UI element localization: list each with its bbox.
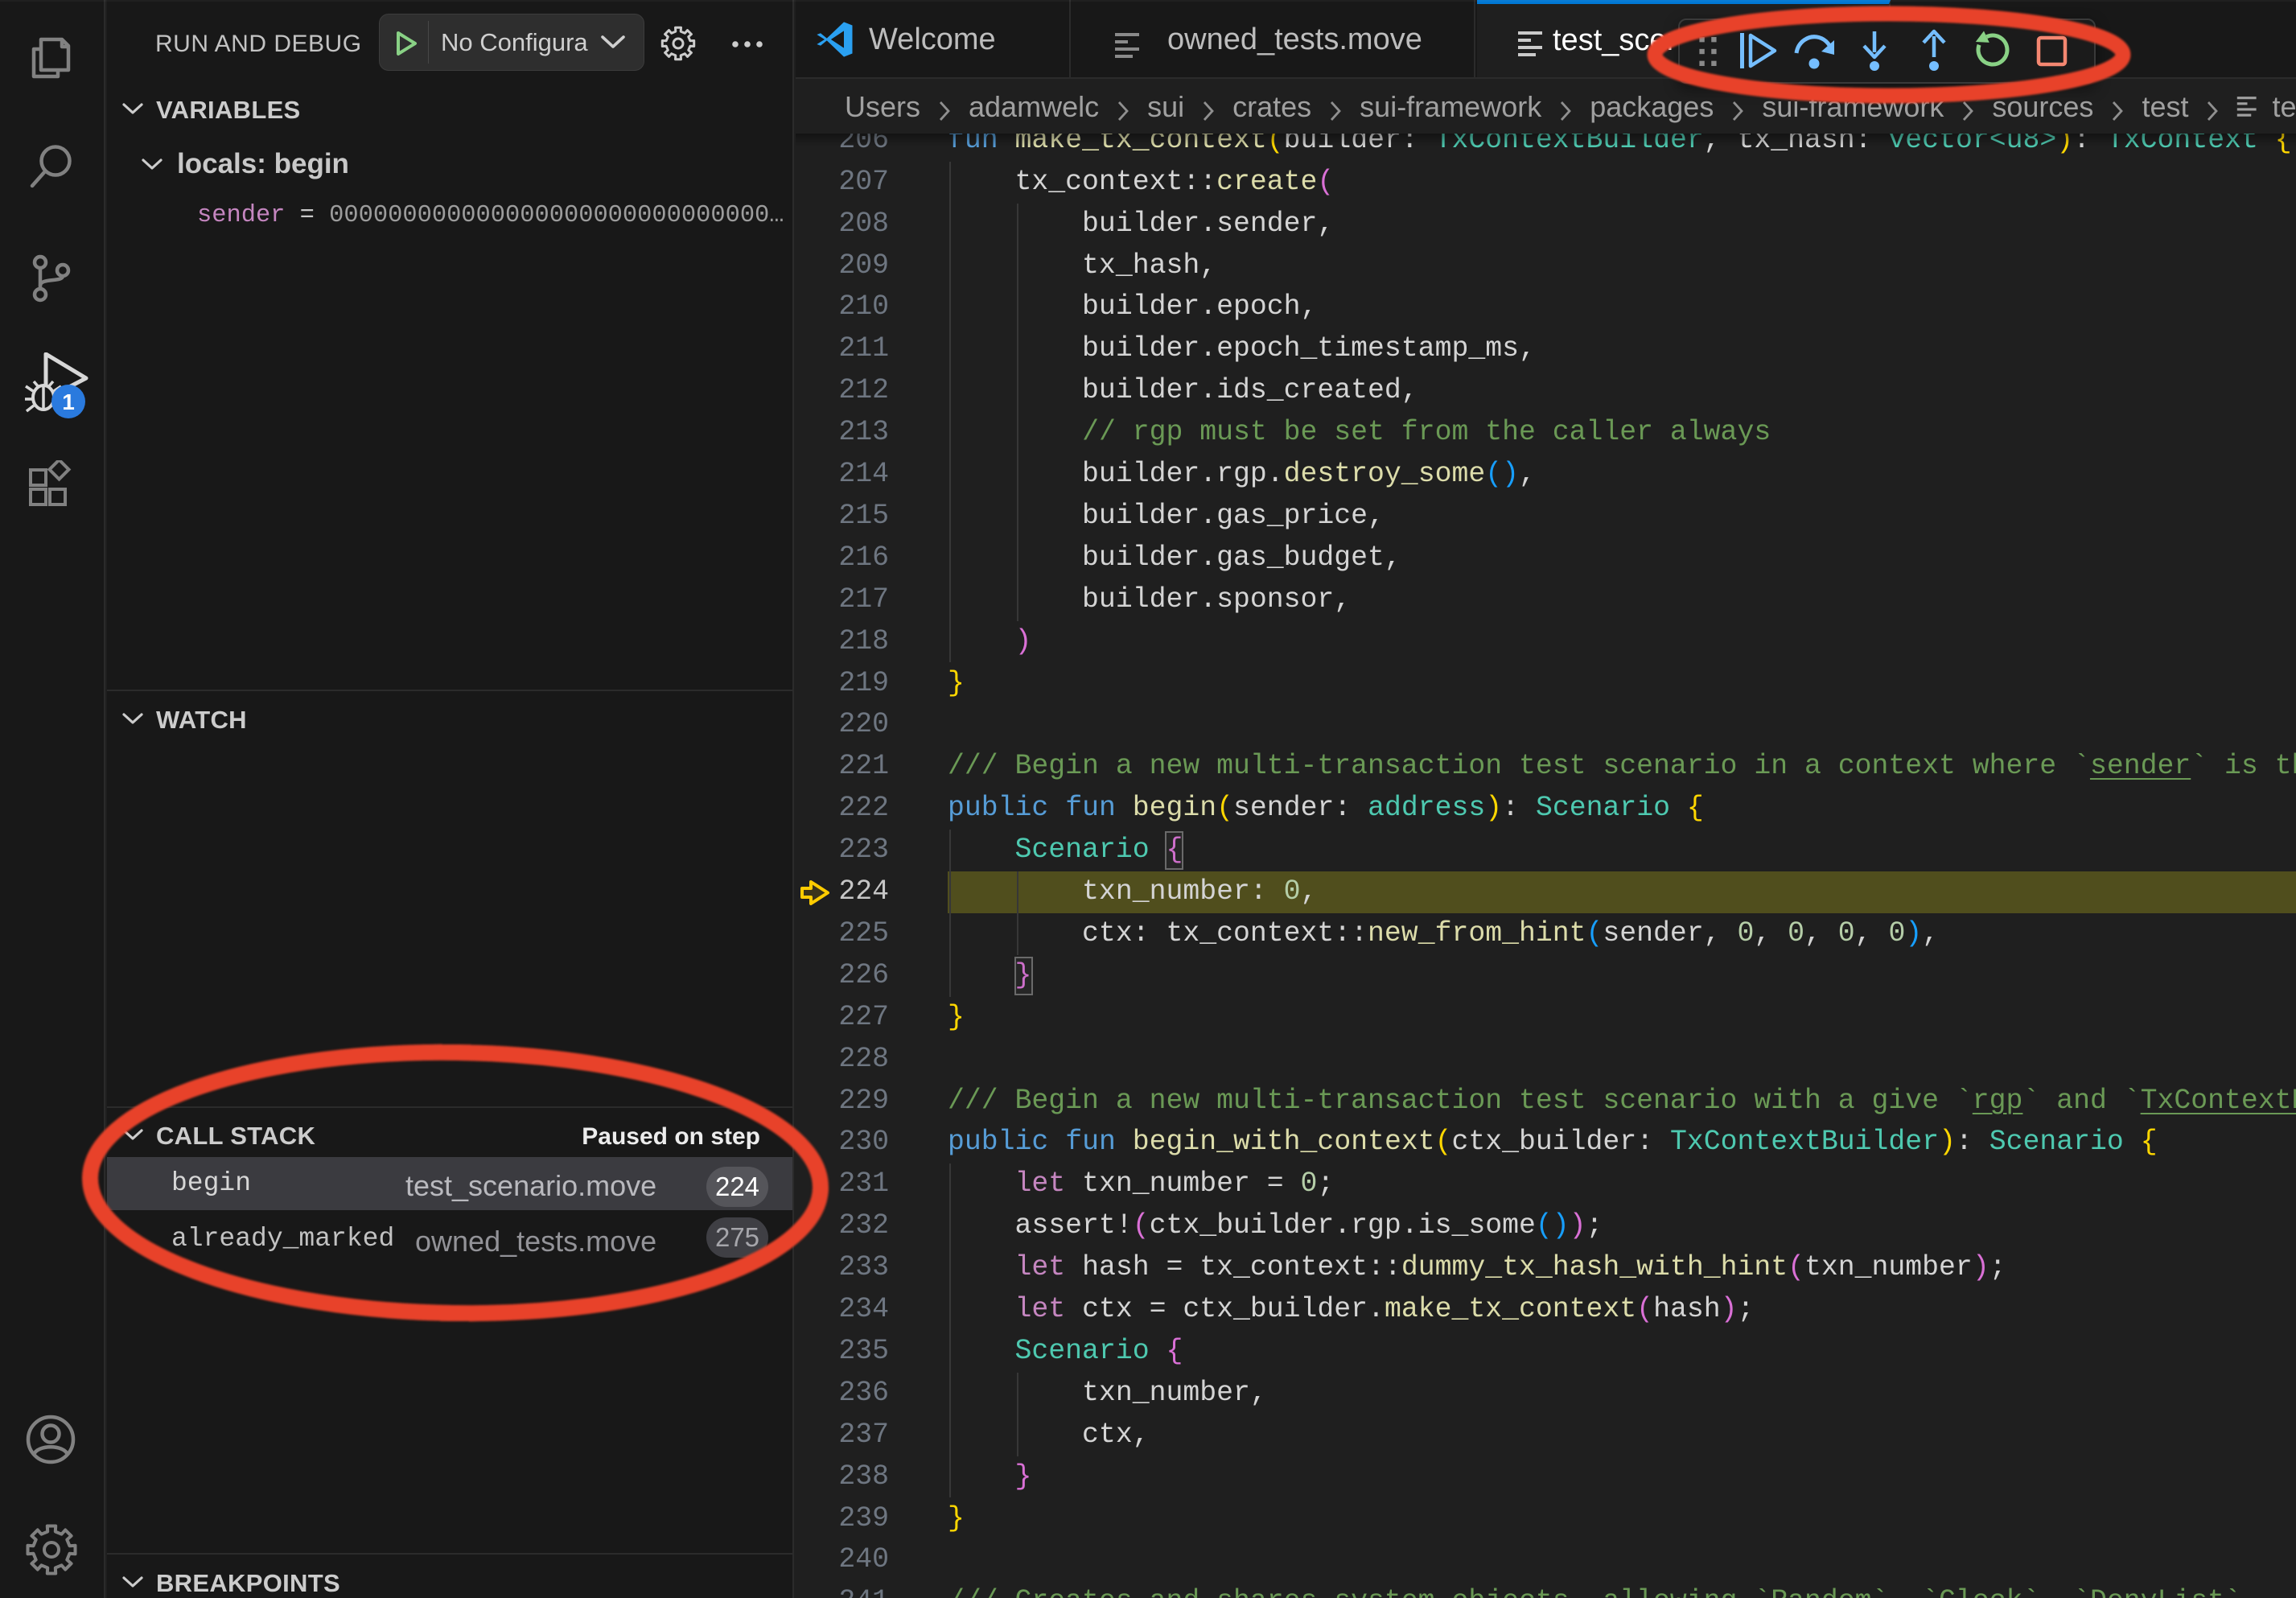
svg-text:1: 1: [62, 389, 75, 414]
